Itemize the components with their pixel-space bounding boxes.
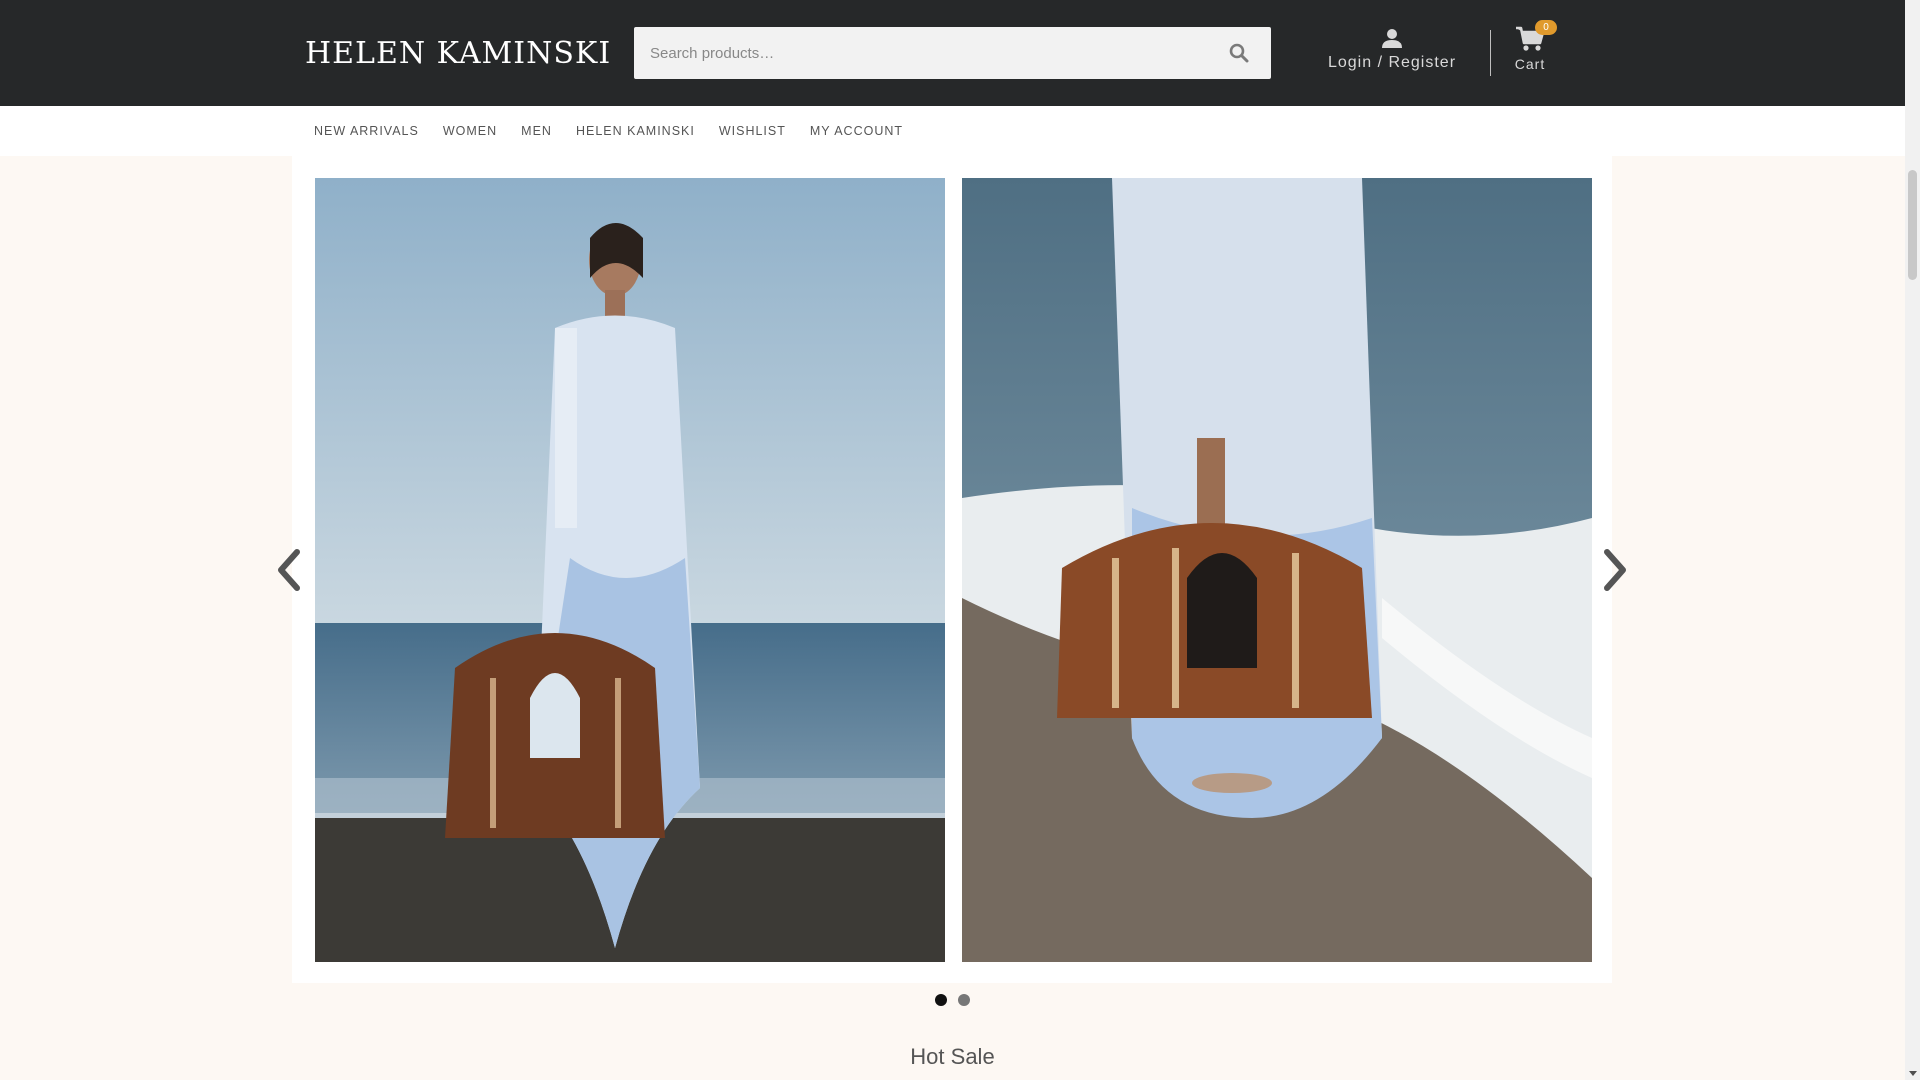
cart-button[interactable]: Cart 0 [1502, 20, 1558, 72]
nav-wishlist[interactable]: WISHLIST [719, 124, 786, 138]
page-scrollbar[interactable] [1905, 0, 1920, 1080]
header-divider [1490, 30, 1491, 76]
nav-helen-kaminski[interactable]: HELEN KAMINSKI [576, 124, 695, 138]
scrollbar-thumb[interactable] [1908, 170, 1917, 280]
hot-sale-heading: Hot Sale [910, 1044, 995, 1069]
nav-women[interactable]: WOMEN [443, 124, 497, 138]
slider-pagination [935, 994, 970, 1006]
slide-image-model-beach[interactable] [315, 178, 945, 962]
slider-next-button[interactable] [1601, 548, 1631, 592]
cart-label: Cart [1514, 56, 1546, 72]
chevron-left-icon [278, 549, 300, 591]
nav-new-arrivals[interactable]: NEW ARRIVALS [314, 124, 419, 138]
slide-image-bag-shoreline[interactable] [962, 178, 1592, 962]
chevron-right-icon [1604, 549, 1626, 591]
brand-logo[interactable]: HELEN KAMINSKI [305, 36, 611, 71]
slider-prev-button[interactable] [273, 548, 303, 592]
login-register-link[interactable]: Login / Register [1318, 28, 1466, 72]
user-icon [1382, 29, 1402, 48]
site-header: HELEN KAMINSKI Login / Register Cart 0 [0, 0, 1905, 106]
slider-dot-1[interactable] [935, 994, 947, 1006]
search-bar [634, 27, 1271, 79]
nav-my-account[interactable]: MY ACCOUNT [810, 124, 903, 138]
login-register-label: Login / Register [1327, 54, 1457, 71]
search-button[interactable] [1209, 27, 1269, 79]
slider-dot-2[interactable] [958, 994, 970, 1006]
scroll-down-arrow-icon[interactable] [1909, 1071, 1917, 1076]
cart-count-badge: 0 [1535, 20, 1557, 35]
search-icon [1229, 43, 1249, 63]
search-input[interactable] [634, 27, 1174, 79]
nav-men[interactable]: MEN [521, 124, 552, 138]
main-navigation: NEW ARRIVALS WOMEN MEN HELEN KAMINSKI WI… [0, 106, 1905, 156]
